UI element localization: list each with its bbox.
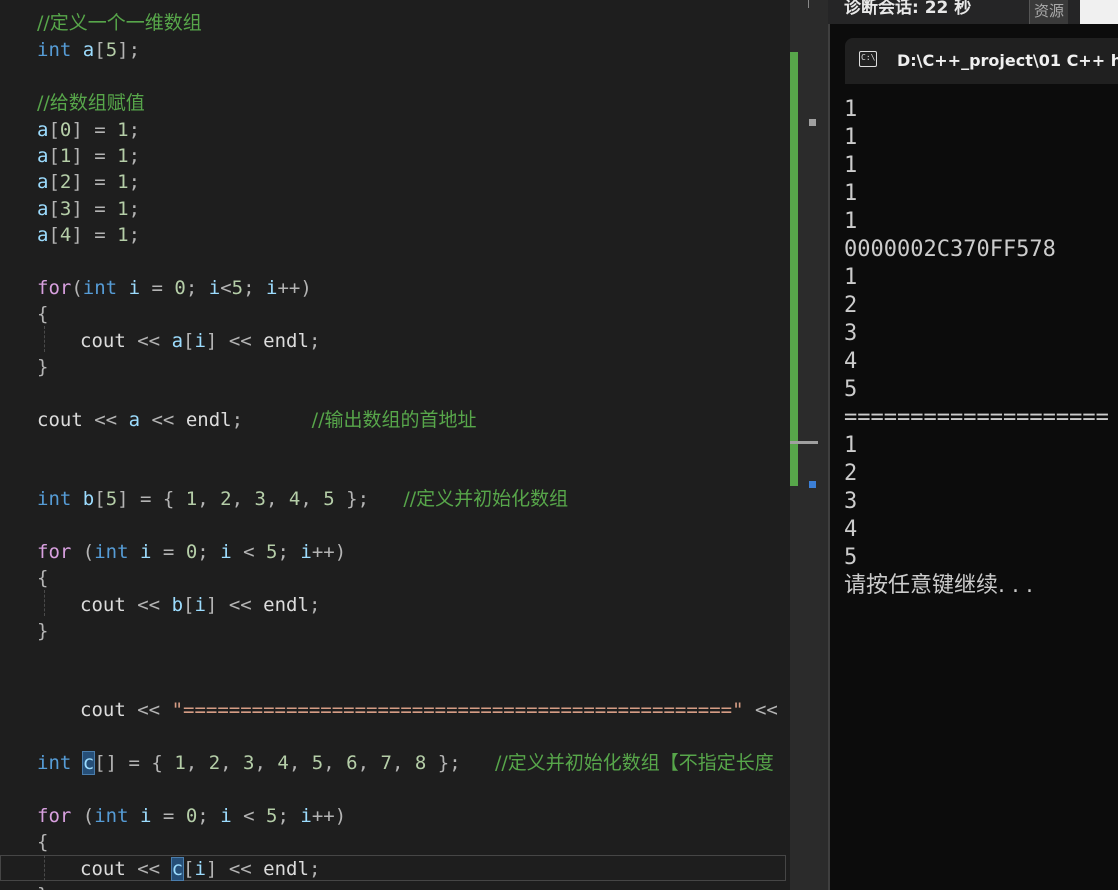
- console-window[interactable]: C:\ D:\C++_project\01 C++ hel 1 1 1 1 1 …: [828, 24, 1118, 890]
- scrollbar-top-marker: [808, 0, 809, 8]
- console-output-line: 1: [844, 125, 858, 150]
- scrollbar-position-marker[interactable]: [790, 441, 818, 444]
- console-output-line: 1: [844, 265, 858, 290]
- side-tab-resources[interactable]: 资源: [1029, 0, 1068, 24]
- console-output-line: 3: [844, 321, 858, 346]
- code-comment: //定义并初始化数组: [403, 488, 569, 510]
- code-comment: //定义并初始化数组【不指定长度: [494, 752, 774, 774]
- window-edge: [1080, 0, 1118, 24]
- indent-guide: [44, 590, 45, 616]
- code-line[interactable]: a[4] = 1;: [37, 222, 140, 248]
- code-editor[interactable]: //定义一个一维数组 int a[5]; //给数组赋值 a[0] = 1; a…: [0, 0, 790, 890]
- code-line[interactable]: cout << c[i] << endl;: [80, 856, 320, 882]
- diagnostic-session-label: 诊断会话: 22 秒: [844, 0, 972, 18]
- console-titlebar[interactable]: C:\ D:\C++_project\01 C++ hel: [845, 38, 1118, 84]
- console-output-line: 4: [844, 349, 858, 374]
- code-line[interactable]: }: [37, 882, 48, 890]
- code-line[interactable]: a[2] = 1;: [37, 169, 140, 195]
- code-line[interactable]: a[0] = 1;: [37, 117, 140, 143]
- code-line[interactable]: a[1] = 1;: [37, 143, 140, 169]
- code-line[interactable]: int a[5];: [37, 37, 140, 63]
- scrollbar-caret-marker: [809, 481, 816, 488]
- code-line[interactable]: {: [37, 301, 48, 327]
- scrollbar-marker: [809, 119, 816, 126]
- code-line[interactable]: cout << b[i] << endl;: [80, 592, 320, 618]
- console-output-line: 5: [844, 377, 858, 402]
- code-line[interactable]: for (int i = 0; i < 5; i++): [37, 803, 346, 829]
- console-output-line: 1: [844, 433, 858, 458]
- console-output-line: 3: [844, 489, 858, 514]
- console-output-line: 2: [844, 461, 858, 486]
- console-output-line: 5: [844, 545, 858, 570]
- code-line[interactable]: a[3] = 1;: [37, 196, 140, 222]
- indent-guide: [44, 326, 45, 352]
- console-output-line: 4: [844, 517, 858, 542]
- console-title: D:\C++_project\01 C++ hel: [897, 51, 1118, 70]
- code-line[interactable]: cout << a[i] << endl;: [80, 328, 320, 354]
- symbol-highlight[interactable]: c: [81, 751, 96, 775]
- code-line[interactable]: cout << a << endl; //输出数组的首地址: [37, 407, 476, 433]
- code-comment: //定义一个一维数组: [37, 12, 202, 34]
- code-comment: //给数组赋值: [37, 92, 145, 114]
- console-output-line: 1: [844, 209, 858, 234]
- console-output-line: ====================: [844, 405, 1109, 430]
- code-line[interactable]: }: [37, 354, 48, 380]
- editor-scrollbar[interactable]: [790, 0, 828, 890]
- console-output-line: 0000002C370FF578: [844, 237, 1056, 262]
- code-line[interactable]: }: [37, 618, 48, 644]
- console-output-line: 1: [844, 153, 858, 178]
- code-line[interactable]: {: [37, 565, 48, 591]
- console-prompt-line: 请按任意键继续. . .: [844, 573, 1033, 598]
- code-line[interactable]: for (int i = 0; i < 5; i++): [37, 539, 346, 565]
- code-line[interactable]: cout << "===============================…: [80, 697, 790, 723]
- console-output-line: 1: [844, 97, 858, 122]
- console-output-line: 1: [844, 181, 858, 206]
- change-tracking-bar: [790, 52, 798, 486]
- code-line[interactable]: int c[] = { 1, 2, 3, 4, 5, 6, 7, 8 }; //…: [37, 750, 774, 776]
- symbol-highlight[interactable]: c: [170, 857, 185, 881]
- code-comment: //输出数组的首地址: [311, 409, 477, 431]
- indent-guide: [44, 855, 45, 881]
- code-line[interactable]: for(int i = 0; i<5; i++): [37, 275, 312, 301]
- code-line[interactable]: //定义一个一维数组: [37, 10, 202, 36]
- separator-string: "=======================================…: [171, 699, 744, 721]
- code-line[interactable]: int b[5] = { 1, 2, 3, 4, 5 }; //定义并初始化数组: [37, 486, 568, 512]
- console-icon: C:\: [859, 51, 877, 67]
- code-line[interactable]: //给数组赋值: [37, 90, 145, 116]
- code-line[interactable]: {: [37, 829, 48, 855]
- console-output-line: 2: [844, 293, 858, 318]
